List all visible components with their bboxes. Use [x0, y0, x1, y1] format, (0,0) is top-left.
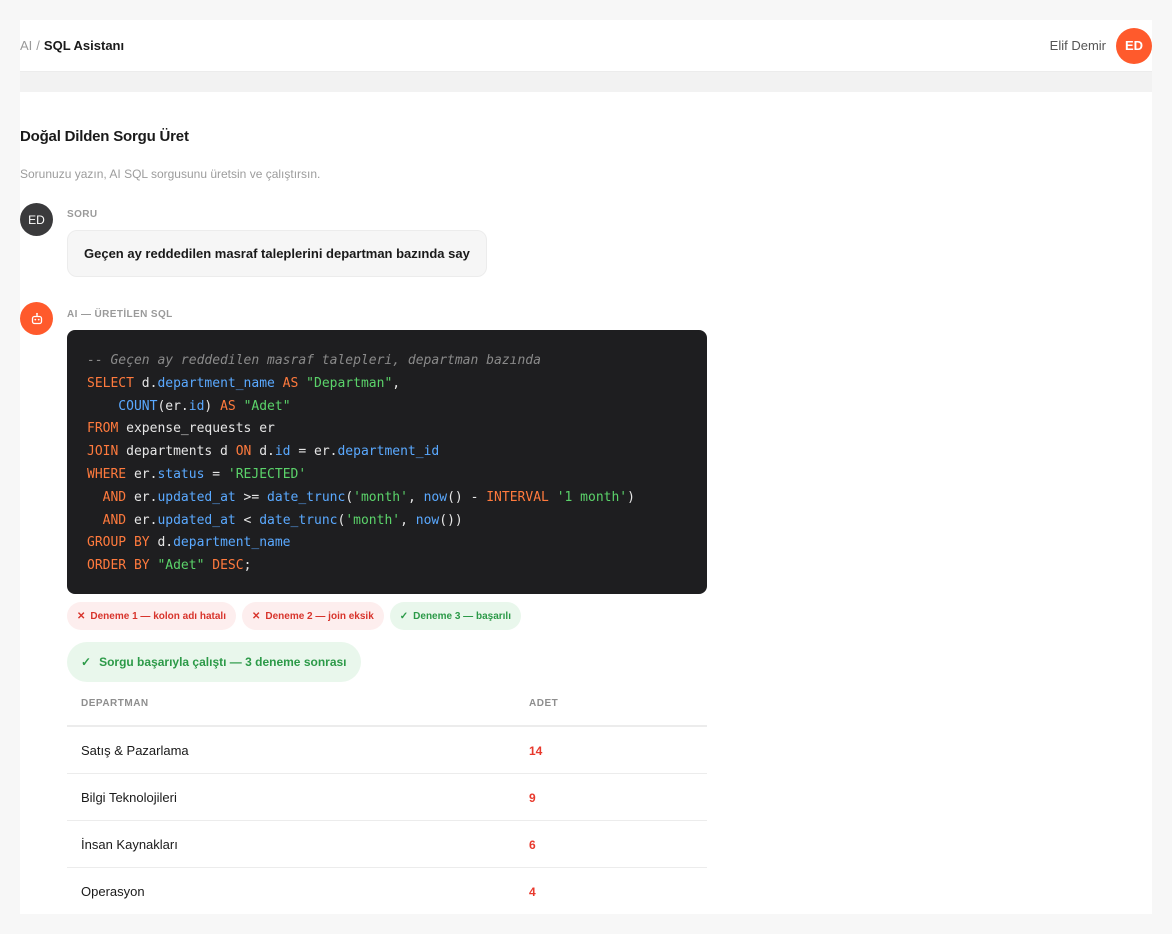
page-subtitle: Sorunuzu yazın, AI SQL sorgusunu üretsin…	[20, 167, 321, 181]
count-cell: 14	[515, 726, 707, 774]
check-icon: ✓	[81, 655, 92, 669]
ai-avatar	[20, 302, 53, 335]
table-row: İnsan Kaynakları 6	[67, 820, 707, 868]
count-cell: 4	[515, 867, 707, 914]
sql-comment: -- Geçen ay reddedilen masraf talepleri,…	[87, 353, 541, 368]
question-label: SORU	[67, 209, 98, 220]
divider-band	[20, 72, 1152, 92]
attempt-chips: ✕ Deneme 1 — kolon adı hatalı ✕ Deneme 2…	[67, 602, 707, 630]
close-icon: ✕	[77, 611, 86, 622]
attempt-label: Deneme 2 — join eksik	[265, 611, 374, 622]
breadcrumb: AI / SQL Asistanı	[20, 38, 124, 53]
results-table: DEPARTMAN ADET Satış & Pazarlama 14 Bilg…	[67, 698, 707, 914]
department-cell: Satış & Pazarlama	[67, 726, 515, 774]
attempt-label: Deneme 1 — kolon adı hatalı	[90, 611, 226, 622]
table-row: Operasyon 4	[67, 867, 707, 914]
user-avatar[interactable]: ED	[1116, 27, 1152, 64]
answer-label: AI — ÜRETİLEN SQL	[67, 309, 173, 320]
breadcrumb-current: SQL Asistanı	[43, 38, 125, 53]
department-cell: Bilgi Teknolojileri	[67, 773, 515, 821]
answer-message: AI — ÜRETİLEN SQL -- Geçen ay reddedilen…	[20, 302, 707, 914]
question-bubble: Geçen ay reddedilen masraf taleplerini d…	[67, 230, 487, 277]
table-row: Satış & Pazarlama 14	[67, 726, 707, 774]
success-text: Sorgu başarıyla çalıştı — 3 deneme sonra…	[99, 655, 347, 669]
breadcrumb-separator: /	[36, 38, 40, 53]
question-message: ED SORU Geçen ay reddedilen masraf talep…	[20, 203, 487, 277]
question-avatar: ED	[20, 203, 53, 236]
user-menu[interactable]: Elif Demir ED	[1049, 27, 1152, 64]
department-cell: Operasyon	[67, 867, 515, 914]
check-icon: ✓	[399, 611, 409, 622]
main-content: Doğal Dilden Sorgu Üret Sorunuzu yazın, …	[20, 128, 1152, 914]
attempt-label: Deneme 3 — başarılı	[413, 611, 511, 622]
column-header-department[interactable]: DEPARTMAN	[67, 698, 515, 727]
count-cell: 6	[515, 820, 707, 868]
page-title: Doğal Dilden Sorgu Üret	[20, 128, 189, 145]
column-header-count[interactable]: ADET	[515, 698, 707, 727]
attempt-chip-3[interactable]: ✓ Deneme 3 — başarılı	[389, 602, 521, 630]
close-icon: ✕	[251, 611, 261, 622]
table-row: Bilgi Teknolojileri 9	[67, 773, 707, 821]
app-window: AI / SQL Asistanı Elif Demir ED Doğal Di…	[20, 20, 1152, 914]
top-bar: AI / SQL Asistanı Elif Demir ED	[20, 20, 1152, 72]
sql-code-block[interactable]: -- Geçen ay reddedilen masraf talepleri,…	[67, 330, 707, 594]
count-cell: 9	[515, 773, 707, 821]
attempt-chip-2[interactable]: ✕ Deneme 2 — join eksik	[241, 602, 384, 630]
user-name: Elif Demir	[1049, 38, 1106, 53]
robot-icon	[31, 312, 42, 324]
department-cell: İnsan Kaynakları	[67, 820, 515, 868]
attempt-chip-1[interactable]: ✕ Deneme 1 — kolon adı hatalı	[67, 602, 236, 630]
success-banner: ✓ Sorgu başarıyla çalıştı — 3 deneme son…	[67, 642, 361, 682]
breadcrumb-root[interactable]: AI	[20, 38, 32, 53]
table-header-row: DEPARTMAN ADET	[67, 698, 707, 727]
